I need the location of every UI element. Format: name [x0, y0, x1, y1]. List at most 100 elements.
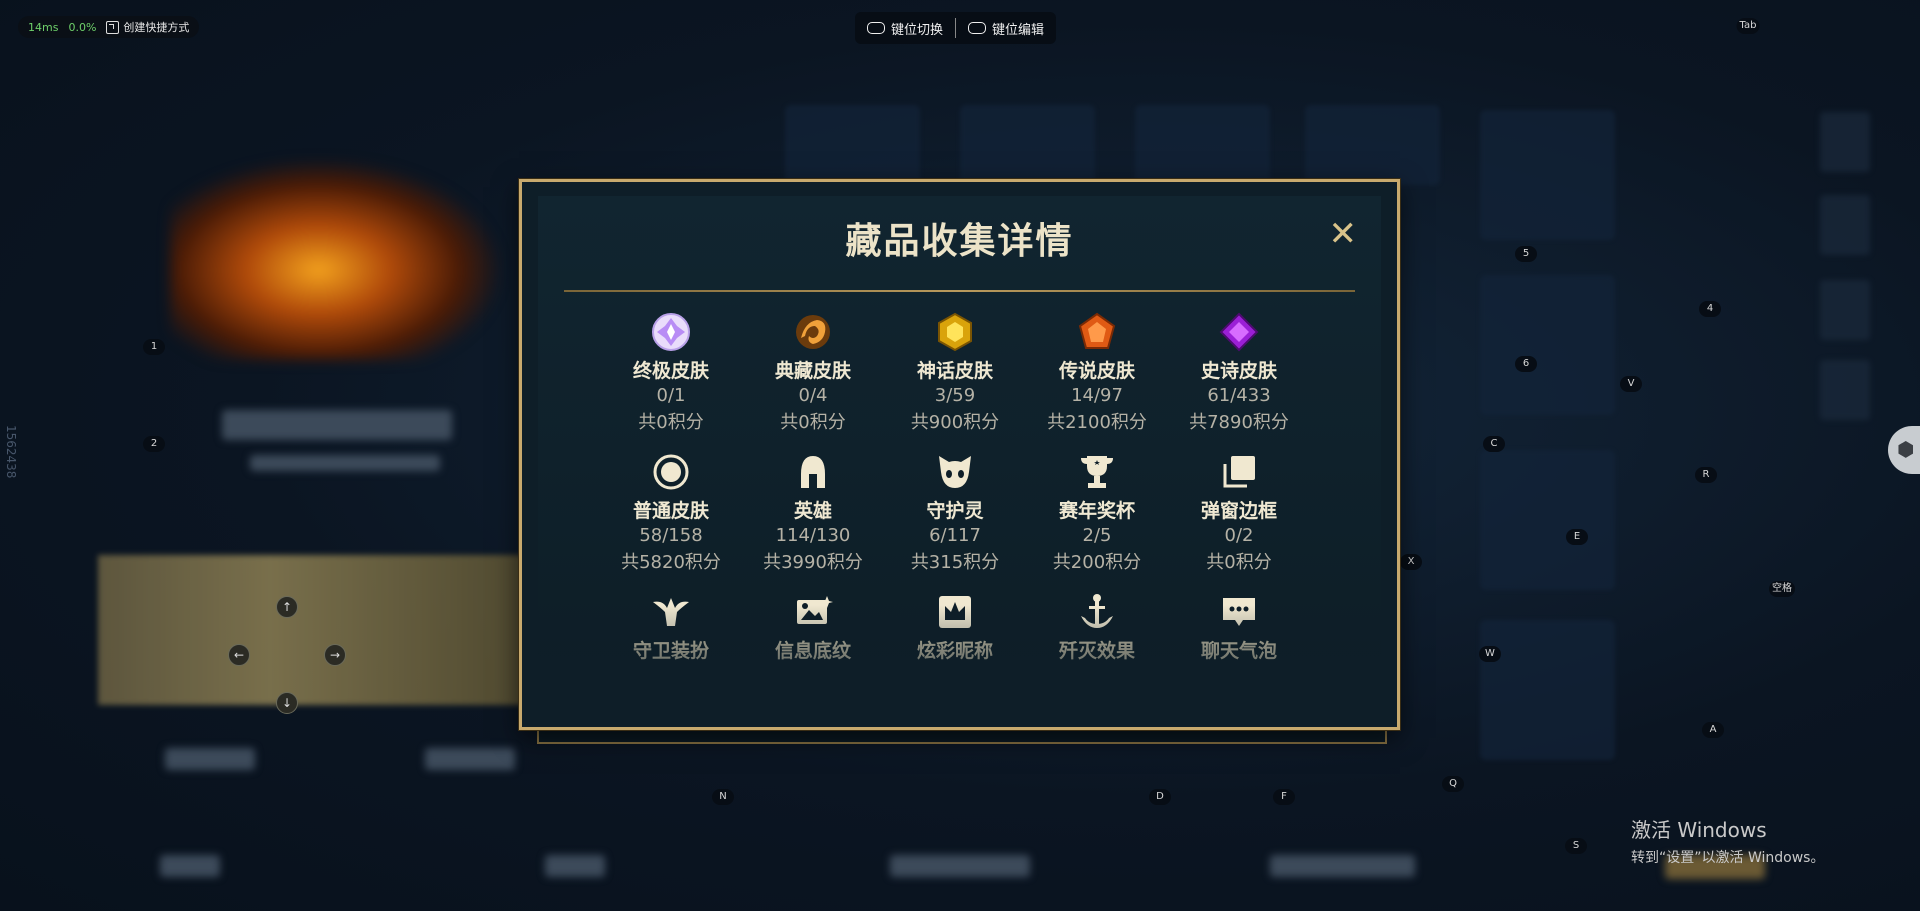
item-name: 赛年奖杯 — [1058, 500, 1135, 522]
key-hint-1[interactable]: 1 — [143, 339, 165, 355]
key-hint-6[interactable]: 6 — [1515, 356, 1537, 372]
key-switch-button[interactable]: 键位切换 — [867, 19, 943, 38]
blurred-button — [425, 748, 515, 770]
blurred-nav — [890, 855, 1030, 877]
item-score: 共0积分 — [780, 412, 846, 433]
blurred-nav — [545, 855, 605, 877]
arrow-left-icon[interactable]: ← — [228, 644, 250, 666]
item-name: 守卫装扮 — [632, 640, 709, 662]
item-name: 炫彩昵称 — [916, 640, 993, 662]
key-hint-d[interactable]: D — [1149, 789, 1171, 805]
gamepad-icon — [867, 22, 885, 34]
collection-item[interactable]: 聊天气泡 — [1168, 592, 1310, 663]
toolbar-divider — [955, 18, 957, 38]
key-hint-2[interactable]: 2 — [143, 436, 165, 452]
item-score: 共200积分 — [1052, 552, 1142, 573]
key-hint-tab[interactable]: Tab — [1736, 18, 1760, 34]
key-hint-q[interactable]: Q — [1442, 776, 1464, 792]
blurred-side-icon — [1820, 195, 1870, 255]
blurred-card — [1480, 620, 1615, 760]
blurred-card — [960, 105, 1095, 185]
shortcut-icon — [106, 20, 120, 34]
watermark-subtitle: 转到“设置”以激活 Windows。 — [1631, 850, 1825, 866]
collection-item[interactable]: 弹窗边框 0/2 共0积分 — [1168, 452, 1310, 574]
key-hint-r[interactable]: R — [1695, 467, 1717, 483]
collection-item[interactable]: 赛年奖杯 2/5 共200积分 — [1026, 452, 1168, 574]
create-shortcut-button[interactable]: 创建快捷方式 — [106, 19, 189, 35]
collection-item[interactable]: 守护灵 6/117 共315积分 — [884, 452, 1026, 574]
dragon-emblem-icon — [793, 312, 833, 352]
blurred-side-icon — [1820, 112, 1870, 172]
close-icon[interactable]: ✕ — [1329, 217, 1358, 251]
collection-item[interactable]: 终极皮肤 0/1 共0积分 — [600, 312, 742, 434]
key-hint-x[interactable]: X — [1400, 554, 1422, 570]
blurred-card — [1135, 105, 1270, 185]
item-count: 0/1 — [656, 385, 686, 406]
collection-item[interactable]: 歼灭效果 — [1026, 592, 1168, 663]
collection-item[interactable]: 史诗皮肤 61/433 共7890积分 — [1168, 312, 1310, 434]
key-hint-c[interactable]: C — [1483, 436, 1505, 452]
anchor-icon — [1077, 592, 1117, 632]
title-divider — [564, 290, 1355, 292]
collection-item[interactable]: 神话皮肤 3/59 共900积分 — [884, 312, 1026, 434]
key-hint-e[interactable]: E — [1566, 529, 1588, 545]
blurred-rank-emblem — [170, 160, 500, 360]
key-hint-v[interactable]: V — [1620, 376, 1642, 392]
epic-gem-icon — [1219, 312, 1259, 352]
item-name: 聊天气泡 — [1200, 640, 1277, 662]
key-hint-4[interactable]: 4 — [1699, 301, 1721, 317]
ward-icon — [651, 592, 691, 632]
item-count: 61/433 — [1207, 385, 1271, 406]
watermark-title: 激活 Windows — [1631, 818, 1767, 842]
modal-title: 藏品收集详情 — [845, 221, 1074, 262]
collection-item[interactable]: 英雄 114/130 共3990积分 — [742, 452, 884, 574]
key-hint-a[interactable]: A — [1702, 722, 1724, 738]
item-name: 信息底纹 — [774, 640, 851, 662]
frames-icon — [1219, 452, 1259, 492]
create-shortcut-label: 创建快捷方式 — [123, 21, 190, 34]
blurred-side-icon — [1820, 280, 1870, 340]
key-edit-label: 键位编辑 — [992, 22, 1045, 38]
ring-icon — [651, 452, 691, 492]
key-hint-s[interactable]: S — [1565, 838, 1587, 854]
blurred-button — [165, 748, 255, 770]
arrow-down-icon[interactable]: ↓ — [276, 692, 298, 714]
key-hint-w[interactable]: W — [1479, 646, 1501, 662]
key-hint-f[interactable]: F — [1273, 789, 1295, 805]
key-edit-button[interactable]: 键位编辑 — [968, 19, 1044, 38]
collection-item[interactable]: 守卫装扮 — [600, 592, 742, 663]
item-score: 共5820积分 — [621, 552, 721, 573]
item-score: 共900积分 — [910, 412, 1000, 433]
item-score: 共0积分 — [1206, 552, 1272, 573]
image-sparkle-icon — [793, 592, 833, 632]
key-hint-5[interactable]: 5 — [1515, 246, 1537, 262]
arrow-up-icon[interactable]: ↑ — [276, 596, 298, 618]
blurred-side-icon — [1820, 360, 1870, 420]
collection-item[interactable]: 信息底纹 — [742, 592, 884, 663]
collection-item[interactable]: 炫彩昵称 — [884, 592, 1026, 663]
latency-value: 14ms — [28, 20, 59, 34]
collection-item[interactable]: 普通皮肤 58/158 共5820积分 — [600, 452, 742, 574]
item-name: 守护灵 — [926, 500, 984, 522]
item-name: 神话皮肤 — [916, 360, 993, 382]
collection-details-modal: 藏品收集详情 ✕ 终极皮肤 0/1 共0积分 典藏皮肤 0/4 共0积分 神话皮… — [519, 179, 1400, 730]
arrow-right-icon[interactable]: → — [324, 644, 346, 666]
item-name: 典藏皮肤 — [774, 360, 851, 382]
collection-item[interactable]: 典藏皮肤 0/4 共0积分 — [742, 312, 884, 434]
blurred-nav — [1270, 855, 1415, 877]
blurred-card — [1480, 275, 1615, 415]
item-count: 2/5 — [1082, 525, 1112, 546]
key-hint-n[interactable]: N — [712, 789, 734, 805]
key-hint-space[interactable]: 空格 — [1769, 581, 1795, 597]
trophy-icon — [1077, 452, 1117, 492]
item-name: 歼灭效果 — [1058, 640, 1135, 662]
windows-activation-watermark: 激活 Windows 转到“设置”以激活 Windows。 — [1631, 814, 1824, 867]
key-mapping-toolbar: 键位切换 键位编辑 — [855, 12, 1057, 44]
item-score: 共315积分 — [910, 552, 1000, 573]
item-count: 3/59 — [934, 385, 976, 406]
perf-indicator: 14ms 0.0% 创建快捷方式 — [18, 16, 200, 38]
collection-item[interactable]: 传说皮肤 14/97 共2100积分 — [1026, 312, 1168, 434]
item-count: 114/130 — [775, 525, 851, 546]
blurred-player-sub — [250, 455, 440, 471]
key-switch-label: 键位切换 — [891, 22, 944, 38]
